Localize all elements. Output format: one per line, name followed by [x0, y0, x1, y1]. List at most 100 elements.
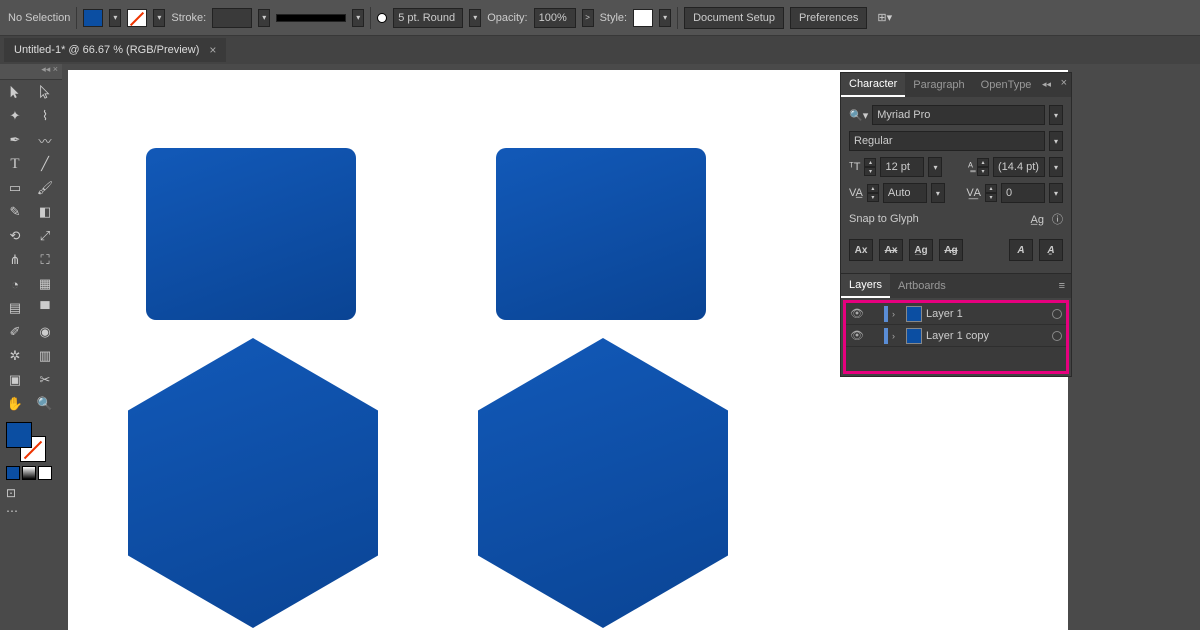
blend-tool[interactable]: ◉	[30, 320, 60, 344]
stroke-swatch[interactable]	[127, 9, 147, 27]
document-tab[interactable]: Untitled-1* @ 66.67 % (RGB/Preview) ×	[4, 38, 226, 62]
layer-thumbnail	[906, 328, 922, 344]
slice-tool[interactable]: ✂	[30, 368, 60, 392]
snap-anchor[interactable]: A̱	[1039, 239, 1063, 261]
paintbrush-tool[interactable]: 🖌	[30, 176, 60, 200]
kerning-input[interactable]	[883, 183, 927, 203]
rounded-rect-2[interactable]	[496, 148, 706, 320]
width-tool[interactable]: ⋔	[0, 248, 30, 272]
stroke-profile[interactable]	[276, 14, 346, 22]
snap-glyphbounds[interactable]: A̲g	[909, 239, 933, 261]
visibility-icon[interactable]: 👁	[850, 307, 864, 320]
tracking-input[interactable]	[1001, 183, 1045, 203]
tab-paragraph[interactable]: Paragraph	[905, 73, 972, 97]
tab-character[interactable]: Character	[841, 73, 905, 97]
panel-collapse-icon[interactable]: ◂◂	[1042, 79, 1051, 90]
selection-tool[interactable]	[0, 80, 30, 104]
gradient-tool[interactable]: ▀	[30, 296, 60, 320]
layer-row[interactable]: 👁 › Layer 1 copy	[846, 325, 1066, 347]
line-tool[interactable]: ╱	[30, 152, 60, 176]
rectangle-tool[interactable]: ▭	[0, 176, 30, 200]
target-icon[interactable]	[1052, 331, 1062, 341]
shape-builder-tool[interactable]: ◔	[0, 272, 30, 296]
mesh-tool[interactable]: ▤	[0, 296, 30, 320]
panel-menu-icon[interactable]: ≡	[1059, 280, 1065, 292]
style-label: Style:	[600, 12, 628, 24]
hexagon-1[interactable]	[128, 338, 378, 628]
free-transform-tool[interactable]: ⛶	[30, 248, 60, 272]
tab-artboards[interactable]: Artboards	[890, 274, 954, 298]
document-setup-button[interactable]: Document Setup	[684, 7, 784, 29]
tab-layers[interactable]: Layers	[841, 274, 890, 298]
leading-stepper[interactable]: ▴▾	[977, 158, 989, 176]
preferences-button[interactable]: Preferences	[790, 7, 867, 29]
edit-toolbar-icon[interactable]: ⋯	[6, 504, 56, 518]
layer-name[interactable]: Layer 1 copy	[926, 330, 989, 342]
align-icon[interactable]: ⊞▾	[877, 11, 892, 24]
font-style-input[interactable]	[849, 131, 1045, 151]
tool-panel: ◂◂ × ✦⌇ ✒〰 T╱ ▭🖌 ✎◧ ⟲⤢ ⋔⛶ ◔▦ ▤▀ ✐◉ ✲▥ ▣✂…	[0, 64, 62, 630]
panel-close-icon[interactable]: ×	[1061, 77, 1067, 89]
snap-angular[interactable]: A	[1009, 239, 1033, 261]
expand-icon[interactable]: ›	[892, 309, 902, 319]
kerning-stepper[interactable]: ▴▾	[867, 184, 879, 202]
scale-tool[interactable]: ⤢	[30, 224, 60, 248]
rounded-rect-1[interactable]	[146, 148, 356, 320]
stroke-dropdown[interactable]: ▾	[153, 9, 165, 27]
font-family-input[interactable]	[872, 105, 1045, 125]
style-swatch[interactable]	[633, 9, 653, 27]
hand-tool[interactable]: ✋	[0, 392, 30, 416]
screen-mode-icon[interactable]: ⊡	[6, 486, 56, 500]
font-size-input[interactable]	[880, 157, 924, 177]
fill-color[interactable]	[6, 422, 32, 448]
rotate-tool[interactable]: ⟲	[0, 224, 30, 248]
visibility-icon[interactable]: 👁	[850, 329, 864, 342]
color-mode-solid[interactable]	[6, 466, 20, 480]
target-icon[interactable]	[1052, 309, 1062, 319]
glyph-icon[interactable]: A̲g	[1031, 214, 1044, 226]
brush-input[interactable]	[393, 8, 463, 28]
snap-xheight[interactable]: Ax	[879, 239, 903, 261]
artboard-tool[interactable]: ▣	[0, 368, 30, 392]
snap-baseline[interactable]: Ax	[849, 239, 873, 261]
color-mode-none[interactable]	[38, 466, 52, 480]
snap-proximity[interactable]: Ag	[939, 239, 963, 261]
fill-dropdown[interactable]: ▾	[109, 9, 121, 27]
opacity-input[interactable]	[534, 8, 576, 28]
info-icon[interactable]: ⓘ	[1052, 214, 1063, 226]
curvature-tool[interactable]: 〰	[30, 128, 60, 152]
color-mode-gradient[interactable]	[22, 466, 36, 480]
fill-swatch[interactable]	[83, 9, 103, 27]
eraser-tool[interactable]: ◧	[30, 200, 60, 224]
type-tool[interactable]: T	[0, 152, 30, 176]
magic-wand-tool[interactable]: ✦	[0, 104, 30, 128]
pen-tool[interactable]: ✒	[0, 128, 30, 152]
tab-close-icon[interactable]: ×	[209, 43, 216, 57]
tab-opentype[interactable]: OpenType	[973, 73, 1040, 97]
expand-icon[interactable]: ›	[892, 331, 902, 341]
layer-thumbnail	[906, 306, 922, 322]
shaper-tool[interactable]: ✎	[0, 200, 30, 224]
font-style-dd[interactable]: ▾	[1049, 131, 1063, 151]
direct-selection-tool[interactable]	[30, 80, 60, 104]
stroke-weight-dd[interactable]: ▾	[258, 9, 270, 27]
tracking-stepper[interactable]: ▴▾	[985, 184, 997, 202]
graph-tool[interactable]: ▥	[30, 344, 60, 368]
zoom-tool[interactable]: 🔍	[30, 392, 60, 416]
perspective-tool[interactable]: ▦	[30, 272, 60, 296]
symbol-sprayer-tool[interactable]: ✲	[0, 344, 30, 368]
search-icon: 🔍▾	[849, 109, 868, 122]
leading-input[interactable]	[993, 157, 1045, 177]
lasso-tool[interactable]: ⌇	[30, 104, 60, 128]
size-stepper[interactable]: ▴▾	[864, 158, 876, 176]
brush-dot-icon	[377, 13, 387, 23]
hexagon-2[interactable]	[478, 338, 728, 628]
eyedropper-tool[interactable]: ✐	[0, 320, 30, 344]
layer-name[interactable]: Layer 1	[926, 308, 963, 320]
stroke-label: Stroke:	[171, 12, 206, 24]
font-family-dd[interactable]: ▾	[1049, 105, 1063, 125]
layer-row[interactable]: 👁 › Layer 1	[846, 303, 1066, 325]
fill-stroke-swatches[interactable]	[6, 422, 46, 462]
stroke-weight-input[interactable]	[212, 8, 252, 28]
character-panel-tabs: Character Paragraph OpenType ◂◂ ×	[841, 73, 1071, 97]
